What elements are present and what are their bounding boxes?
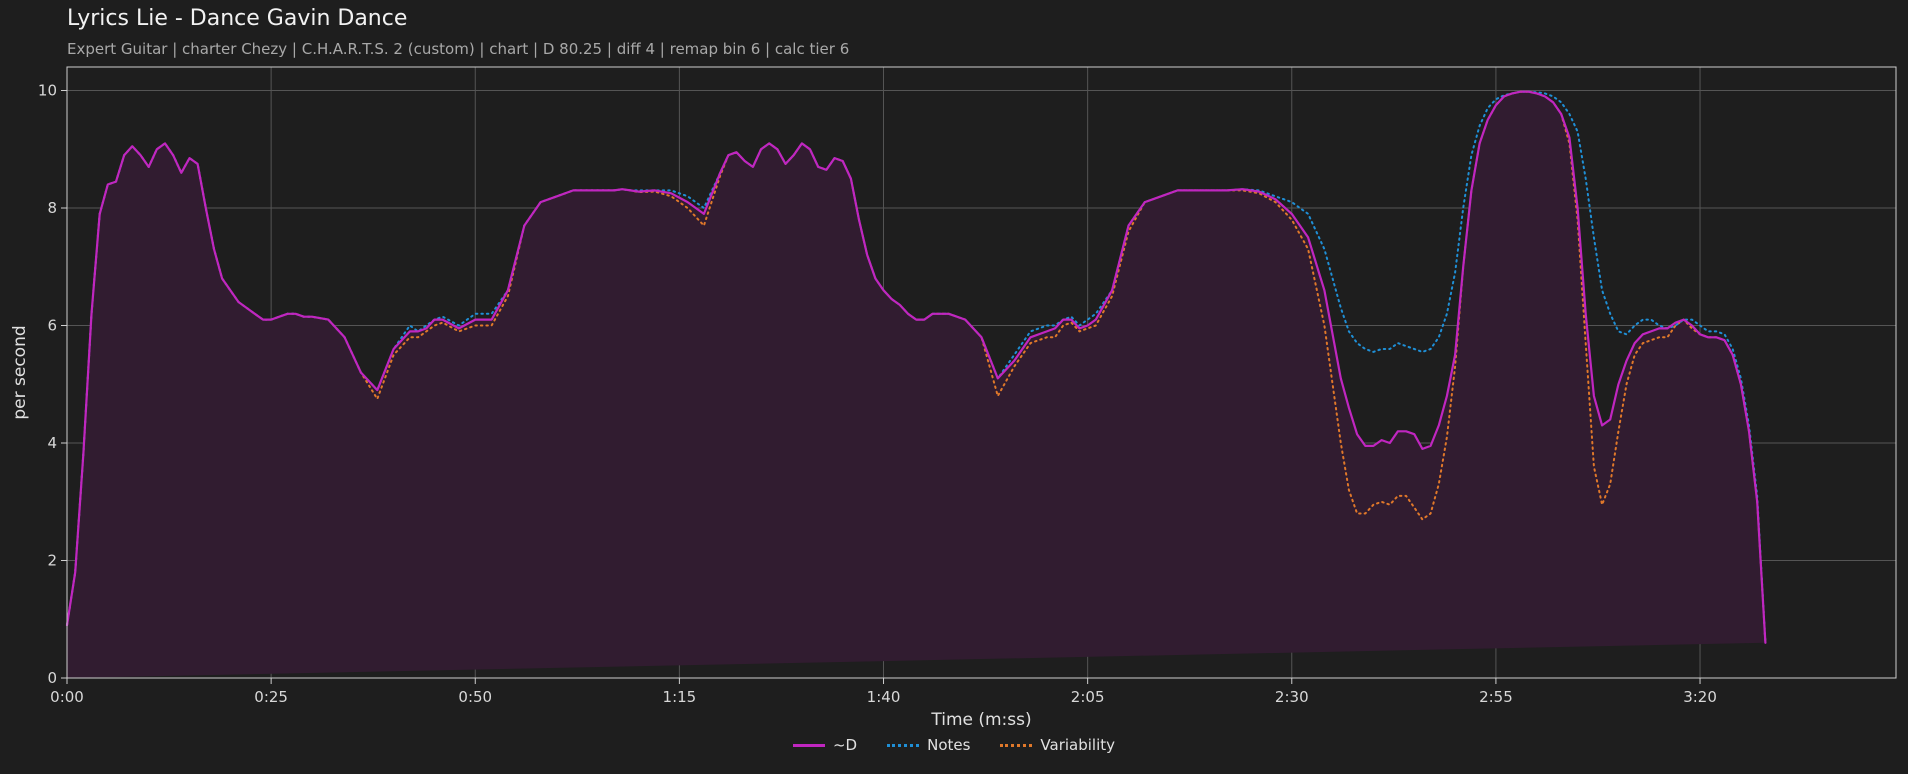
y-axis-ticks: 0 2 4 6 8 10 xyxy=(38,82,67,687)
x-tick-label: 3:20 xyxy=(1683,688,1717,706)
x-tick-label: 0:50 xyxy=(458,688,492,706)
x-tick-label: 2:05 xyxy=(1071,688,1105,706)
legend-label-variability: Variability xyxy=(1040,736,1116,754)
legend: ~D Notes Variability xyxy=(0,736,1908,754)
d-area-fill xyxy=(67,91,1766,678)
legend-item-notes: Notes xyxy=(887,736,970,754)
x-tick-label: 0:25 xyxy=(254,688,288,706)
area-fill xyxy=(67,91,1766,678)
y-tick-label: 4 xyxy=(47,434,57,452)
x-axis-ticks: 0:00 0:25 0:50 1:15 1:40 2:05 2:30 2:55 3:20 xyxy=(50,678,1717,706)
y-axis-label: per second xyxy=(10,325,30,419)
y-tick-label: 0 xyxy=(47,669,57,687)
legend-swatch-notes xyxy=(887,743,920,747)
legend-label-notes: Notes xyxy=(927,736,971,754)
y-tick-label: 10 xyxy=(38,82,57,100)
x-tick-label: 1:40 xyxy=(867,688,901,706)
x-tick-label: 2:30 xyxy=(1275,688,1309,706)
legend-swatch-variability xyxy=(1000,743,1033,747)
legend-item-variability: Variability xyxy=(1000,736,1115,754)
x-tick-label: 1:15 xyxy=(663,688,697,706)
x-tick-label: 0:00 xyxy=(50,688,84,706)
y-tick-label: 6 xyxy=(47,317,57,335)
legend-item-d: ~D xyxy=(792,736,858,754)
x-axis-label: Time (m:ss) xyxy=(930,710,1031,730)
x-tick-label: 2:55 xyxy=(1479,688,1513,706)
legend-swatch-d xyxy=(792,743,825,747)
line-chart: 0:00 0:25 0:50 1:15 1:40 2:05 2:30 2:55 3:20 0 2 4… xyxy=(10,66,1897,730)
y-tick-label: 2 xyxy=(47,552,57,570)
y-tick-label: 8 xyxy=(47,199,57,217)
legend-label-d: ~D xyxy=(832,736,858,754)
